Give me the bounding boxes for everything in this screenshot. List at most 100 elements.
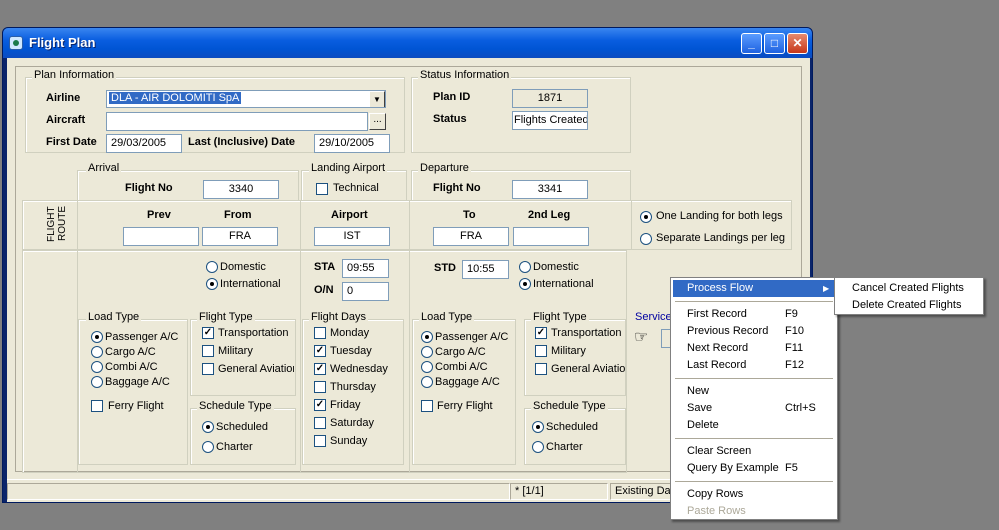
menu-item-shortcut: Ctrl+S <box>785 402 816 414</box>
menu-item-new[interactable]: New <box>673 383 835 400</box>
friday-checkbox[interactable]: ✓ <box>314 399 326 411</box>
sunday-checkbox[interactable] <box>314 435 326 447</box>
technical-checkbox[interactable] <box>316 183 328 195</box>
separate-landings-label: Separate Landings per leg <box>656 232 786 244</box>
status-field: Flights Created <box>512 111 588 130</box>
pointing-hand-icon[interactable]: ☞ <box>634 329 656 347</box>
departure-domestic-radio[interactable] <box>519 261 531 273</box>
close-button[interactable]: ✕ <box>787 33 808 54</box>
window-title: Flight Plan <box>29 35 96 50</box>
menu-item-copy-rows[interactable]: Copy Rows <box>673 486 835 503</box>
airline-combo[interactable]: DLA - AIR DOLOMITI SpA ▼ <box>106 90 386 108</box>
departure-flight-no-input[interactable]: 3341 <box>512 180 588 199</box>
arrival-charter-radio[interactable] <box>202 441 214 453</box>
menu-item-first-record[interactable]: First Record F9 <box>673 306 835 323</box>
menu-item-next-record[interactable]: Next Record F11 <box>673 340 835 357</box>
app-icon[interactable] <box>9 36 23 50</box>
maximize-button[interactable]: □ <box>764 33 785 54</box>
sta-input[interactable]: 09:55 <box>342 259 389 278</box>
departure-general-aviation-checkbox[interactable] <box>535 363 547 375</box>
std-input[interactable]: 10:55 <box>462 260 509 279</box>
menu-item-label: Last Record <box>687 359 747 371</box>
arrival-transportation-checkbox[interactable]: ✓ <box>202 327 214 339</box>
to-input[interactable]: FRA <box>433 227 509 246</box>
menu-separator <box>675 378 833 379</box>
from-input[interactable]: FRA <box>202 227 278 246</box>
departure-flight-no-label: Flight No <box>433 182 481 194</box>
menu-item-shortcut: F5 <box>785 462 798 474</box>
menu-item-paste-rows[interactable]: Paste Rows <box>673 503 835 520</box>
menu-item-label: Delete <box>687 419 719 431</box>
last-date-input[interactable]: 29/10/2005 <box>314 134 390 153</box>
aircraft-input[interactable] <box>106 112 368 131</box>
minimize-button[interactable]: _ <box>741 33 762 54</box>
departure-load-cargo-label: Cargo A/C <box>435 346 486 358</box>
departure-general-aviation-label: General Aviation <box>551 363 625 375</box>
wednesday-checkbox[interactable]: ✓ <box>314 363 326 375</box>
delete-created-flights-item[interactable]: Delete Created Flights <box>837 297 981 314</box>
arrival-international-radio[interactable] <box>206 278 218 290</box>
first-date-input[interactable]: 29/03/2005 <box>106 134 182 153</box>
airport-input[interactable]: IST <box>314 227 390 246</box>
monday-checkbox[interactable] <box>314 327 326 339</box>
arrival-flight-type-legend: Flight Type <box>197 311 255 323</box>
thursday-checkbox[interactable] <box>314 381 326 393</box>
second-leg-input[interactable] <box>513 227 589 246</box>
arrival-domestic-radio[interactable] <box>206 261 218 273</box>
departure-load-combi-radio[interactable] <box>421 361 433 373</box>
on-input[interactable]: 0 <box>342 282 389 301</box>
departure-transportation-checkbox[interactable]: ✓ <box>535 327 547 339</box>
menu-item-save[interactable]: Save Ctrl+S <box>673 400 835 417</box>
arrival-load-baggage-label: Baggage A/C <box>105 376 170 388</box>
departure-charter-radio[interactable] <box>532 441 544 453</box>
departure-load-type-legend: Load Type <box>419 311 475 323</box>
aircraft-label: Aircraft <box>46 114 86 126</box>
departure-load-passenger-label: Passenger A/C <box>435 331 509 343</box>
arrival-load-combi-radio[interactable] <box>91 361 103 373</box>
statusbar-empty-cell <box>7 483 510 500</box>
arrival-load-baggage-radio[interactable] <box>91 376 103 388</box>
chevron-down-icon[interactable]: ▼ <box>369 91 385 107</box>
separate-landings-radio[interactable] <box>640 233 652 245</box>
plan-id-label: Plan ID <box>433 91 471 103</box>
departure-military-checkbox[interactable] <box>535 345 547 357</box>
departure-international-label: International <box>533 278 594 290</box>
menu-item-previous-record[interactable]: Previous Record F10 <box>673 323 835 340</box>
arrival-load-cargo-radio[interactable] <box>91 346 103 358</box>
menu-item-process-flow[interactable]: Process Flow ▶ <box>673 280 835 297</box>
menu-item-query-by-example[interactable]: Query By Example F5 <box>673 460 835 477</box>
arrival-load-combi-label: Combi A/C <box>105 361 158 373</box>
departure-load-baggage-radio[interactable] <box>421 376 433 388</box>
menu-item-label: Query By Example <box>687 462 779 474</box>
tuesday-checkbox[interactable]: ✓ <box>314 345 326 357</box>
arrival-military-checkbox[interactable] <box>202 345 214 357</box>
arrival-load-cargo-label: Cargo A/C <box>105 346 156 358</box>
menu-item-clear-screen[interactable]: Clear Screen <box>673 443 835 460</box>
prev-input[interactable] <box>123 227 199 246</box>
arrival-flight-no-input[interactable]: 3340 <box>203 180 279 199</box>
departure-load-cargo-radio[interactable] <box>421 346 433 358</box>
one-landing-radio[interactable] <box>640 211 652 223</box>
menu-item-delete[interactable]: Delete <box>673 417 835 434</box>
departure-scheduled-radio[interactable] <box>532 421 544 433</box>
departure-domestic-label: Domestic <box>533 261 579 273</box>
arrival-load-passenger-radio[interactable] <box>91 331 103 343</box>
arrival-ferry-checkbox[interactable] <box>91 400 103 412</box>
arrival-general-aviation-label: General Aviation <box>218 363 294 375</box>
route-divider <box>300 200 301 250</box>
arrival-general-aviation-checkbox[interactable] <box>202 363 214 375</box>
departure-load-passenger-radio[interactable] <box>421 331 433 343</box>
menu-item-last-record[interactable]: Last Record F12 <box>673 357 835 374</box>
arrival-scheduled-radio[interactable] <box>202 421 214 433</box>
departure-international-radio[interactable] <box>519 278 531 290</box>
flight-route-label: FLIGHT ROUTE <box>46 206 68 242</box>
arrival-military-label: Military <box>218 345 253 357</box>
saturday-checkbox[interactable] <box>314 417 326 429</box>
arrival-schedule-type-legend: Schedule Type <box>197 400 274 412</box>
cancel-created-flights-item[interactable]: Cancel Created Flights <box>837 280 981 297</box>
context-menu: Process Flow ▶ First Record F9 Previous Reco… <box>670 277 838 520</box>
departure-ferry-checkbox[interactable] <box>421 400 433 412</box>
title-bar[interactable]: Flight Plan _ □ ✕ <box>3 28 812 58</box>
airline-value: DLA - AIR DOLOMITI SpA <box>109 92 242 104</box>
aircraft-lookup-button[interactable]: ... <box>369 113 386 130</box>
